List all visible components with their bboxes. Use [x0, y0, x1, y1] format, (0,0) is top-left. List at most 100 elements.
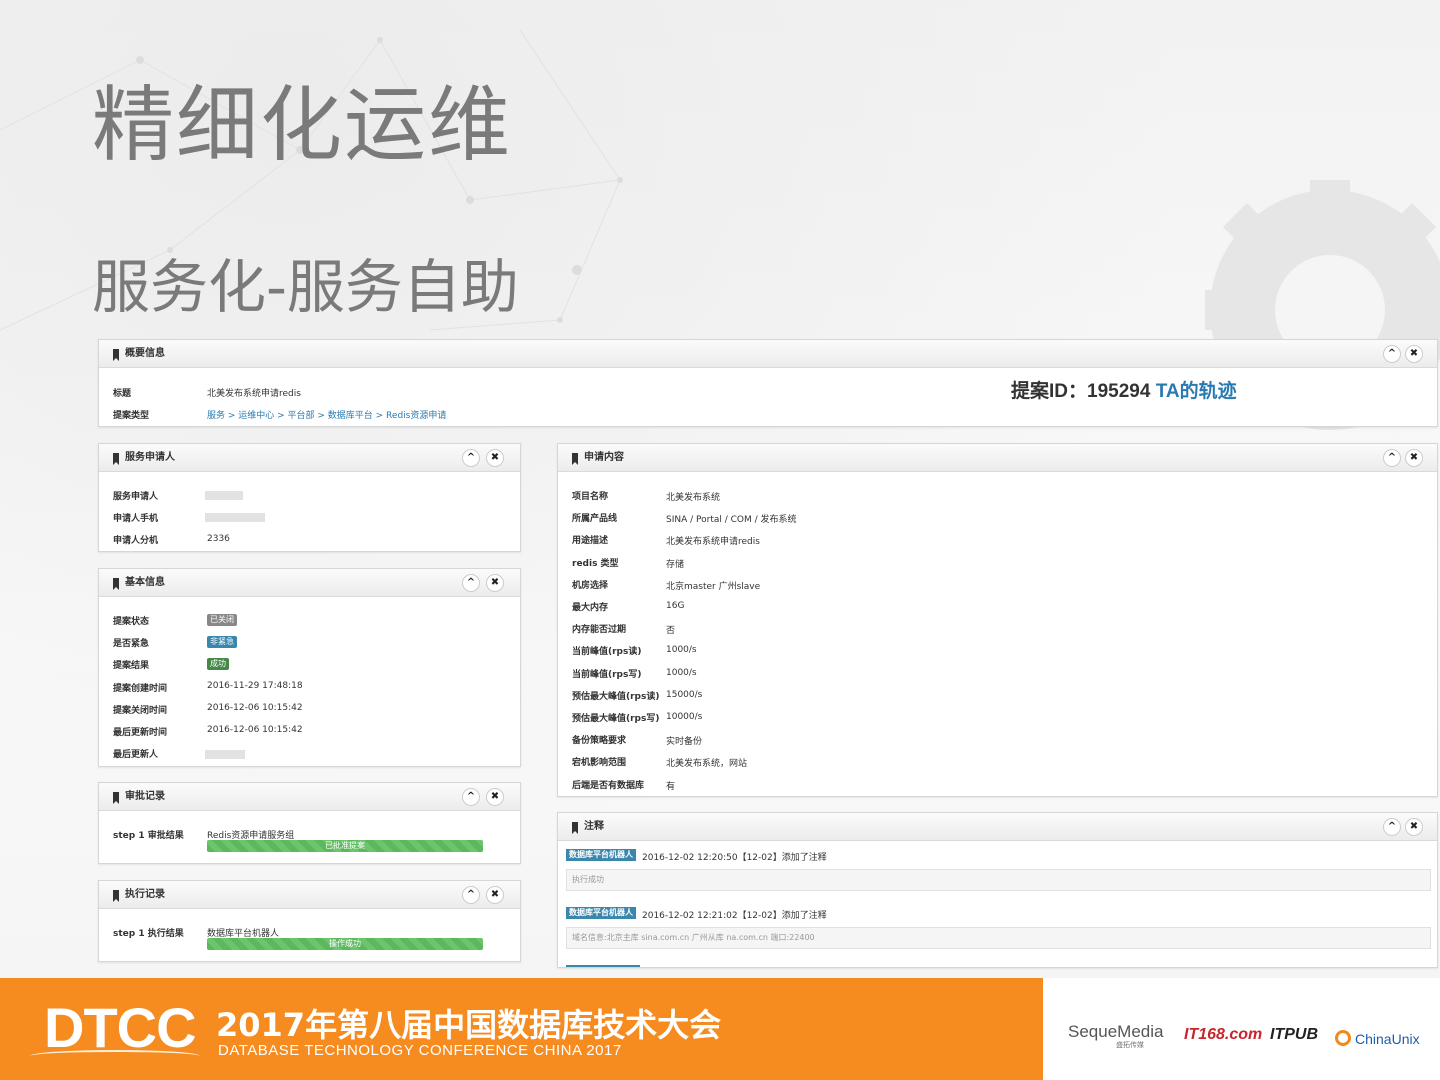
proposal-type-breadcrumb[interactable]: 服务 > 运维中心 > 平台部 > 数据库平台 > Redis资源申请 — [207, 408, 446, 421]
overview-label-type: 提案类型 — [113, 411, 150, 421]
applicant-panel: 服务申请人 ^ ✖ 服务申请人 申请人手机 申请人分机 2336 — [98, 443, 521, 552]
basic-label-urgent: 是否紧急 — [113, 639, 150, 649]
approval-progress-bar: 已批准提案 — [207, 840, 483, 852]
close-button[interactable]: ✖ — [1405, 345, 1423, 363]
chinaunix-icon — [1335, 1030, 1351, 1046]
request-row-value: 16G — [666, 601, 685, 611]
request-row-label: 项目名称 — [572, 492, 609, 502]
logo-swoosh — [30, 1050, 200, 1062]
basic-label-created: 提案创建时间 — [113, 684, 168, 694]
note-next-tag — [566, 965, 640, 967]
request-row-value: 1000/s — [666, 667, 697, 678]
request-row-value: 有 — [666, 781, 676, 792]
approval-panel-header: 审批记录 ^ ✖ — [99, 783, 520, 811]
note-meta: 2016-12-02 12:21:02【12-02】添加了注释 — [642, 911, 827, 921]
sponsor-it168: IT168.com — [1184, 1026, 1263, 1043]
request-row-label: 预估最大峰值(rps写) — [572, 714, 660, 724]
execution-label: step 1 执行结果 — [113, 929, 184, 939]
request-row-value: 北美发布系统，网站 — [666, 759, 748, 770]
slide-subtitle: 服务化-服务自助 — [92, 253, 519, 321]
note-meta: 2016-12-02 12:20:50【12-02】添加了注释 — [642, 853, 827, 863]
request-row-label: 内存能否过期 — [572, 625, 627, 636]
applicant-panel-header: 服务申请人 ^ ✖ — [99, 444, 520, 472]
slide-title: 精细化运维 — [92, 78, 513, 173]
basic-heading: 基本信息 — [125, 577, 165, 588]
created-time: 2016-11-29 17:48:18 — [207, 681, 303, 691]
request-row-value: 北美发布系统 — [666, 493, 721, 503]
request-row-value: 北京master 广州slave — [666, 581, 761, 592]
note-author-tag[interactable]: 数据库平台机器人 — [566, 849, 636, 861]
execution-panel-header: 执行记录 ^ ✖ — [99, 881, 520, 909]
request-row-label: 最大内存 — [572, 603, 609, 613]
approval-heading: 审批记录 — [125, 791, 165, 802]
bookmark-icon — [113, 349, 119, 361]
bookmark-icon — [113, 890, 119, 902]
request-row-value: 否 — [666, 626, 676, 637]
basic-label-updated: 最后更新时间 — [113, 728, 168, 738]
note-body: 域名信息:北京主库 sina.com.cn 广州从库 na.com.cn 端口:… — [566, 927, 1431, 949]
close-button[interactable]: ✖ — [486, 574, 504, 592]
collapse-button[interactable]: ^ — [1383, 818, 1401, 836]
note-body: 执行成功 — [566, 869, 1431, 891]
closed-time: 2016-12-06 10:15:42 — [207, 703, 303, 713]
redacted-name — [205, 491, 243, 500]
bookmark-icon — [113, 453, 119, 465]
request-row-label: 用途描述 — [572, 536, 609, 547]
conference-title: 2017年第八届中国数据库技术大会 — [216, 1006, 722, 1044]
basic-label-closed: 提案关闭时间 — [113, 706, 168, 716]
basic-label-updater: 最后更新人 — [113, 750, 159, 760]
basic-label-result: 提案结果 — [113, 661, 150, 671]
proposal-id-heading: 提案ID：195294 TA的轨迹 — [1011, 376, 1237, 403]
trail-link[interactable]: TA的轨迹 — [1156, 381, 1237, 402]
request-row-label: 备份策略要求 — [572, 736, 627, 747]
request-row-label: redis 类型 — [572, 558, 619, 569]
approval-panel: 审批记录 ^ ✖ step 1 审批结果 Redis资源申请服务组 已批准提案 — [98, 782, 521, 864]
sponsor-sequemedia: SequeMedia — [1068, 1022, 1164, 1041]
note-author-tag[interactable]: 数据库平台机器人 — [566, 907, 636, 919]
overview-panel: 概要信息 ^ ✖ 标题 北美发布系统申请redis 提案类型 服务 > 运维中心… — [98, 339, 1438, 427]
request-row-label: 所属产品线 — [572, 514, 618, 525]
request-row-label: 预估最大峰值(rps读) — [572, 691, 660, 702]
collapse-button[interactable]: ^ — [462, 788, 480, 806]
close-button[interactable]: ✖ — [1405, 449, 1423, 467]
request-row-value: 1000/s — [666, 645, 697, 656]
request-row-value: 实时备份 — [666, 737, 703, 748]
close-button[interactable]: ✖ — [486, 788, 504, 806]
execution-heading: 执行记录 — [125, 889, 165, 900]
overview-value-title: 北美发布系统申请redis — [207, 389, 301, 399]
request-row-value: 北美发布系统申请redis — [666, 537, 760, 548]
request-panel-header: 申请内容 ^ ✖ — [558, 444, 1437, 472]
basic-label-status: 提案状态 — [113, 617, 150, 627]
applicant-label-ext: 申请人分机 — [113, 536, 159, 546]
collapse-button[interactable]: ^ — [462, 886, 480, 904]
notes-panel-header: 注释 ^ ✖ — [558, 813, 1437, 841]
redacted-phone — [205, 513, 265, 522]
applicant-heading: 服务申请人 — [125, 452, 175, 463]
overview-label-title: 标题 — [113, 389, 132, 399]
approval-label: step 1 审批结果 — [113, 831, 184, 841]
collapse-button[interactable]: ^ — [1383, 449, 1401, 467]
request-row-value: 存储 — [666, 559, 685, 570]
close-button[interactable]: ✖ — [486, 886, 504, 904]
applicant-label-phone: 申请人手机 — [113, 514, 159, 524]
applicant-ext-value: 2336 — [207, 534, 230, 544]
collapse-button[interactable]: ^ — [462, 449, 480, 467]
overview-panel-header: 概要信息 ^ ✖ — [99, 340, 1437, 368]
request-row-label: 当前峰值(rps读) — [572, 647, 642, 658]
request-row-label: 机房选择 — [572, 580, 609, 591]
collapse-button[interactable]: ^ — [462, 574, 480, 592]
close-button[interactable]: ✖ — [486, 449, 504, 467]
status-badge: 已关闭 — [207, 614, 237, 626]
request-panel: 申请内容 ^ ✖ 项目名称 北美发布系统所属产品线 SINA / Portal / … — [557, 443, 1438, 797]
urgency-badge: 非紧急 — [207, 636, 237, 648]
request-row-value: SINA / Portal / COM / 发布系统 — [666, 515, 797, 526]
request-row-label: 宕机影响范围 — [572, 758, 627, 769]
notes-panel: 注释 ^ ✖ 数据库平台机器人 2016-12-02 12:20:50【12-0… — [557, 812, 1438, 968]
redacted-updater — [205, 750, 245, 759]
sponsor-chinaunix: ChinaUnix — [1355, 1031, 1420, 1047]
sponsor-itpub: ITPUB — [1270, 1026, 1318, 1043]
request-row-value: 15000/s — [666, 689, 703, 700]
close-button[interactable]: ✖ — [1405, 818, 1423, 836]
execution-progress-bar: 操作成功 — [207, 938, 483, 950]
collapse-button[interactable]: ^ — [1383, 345, 1401, 363]
